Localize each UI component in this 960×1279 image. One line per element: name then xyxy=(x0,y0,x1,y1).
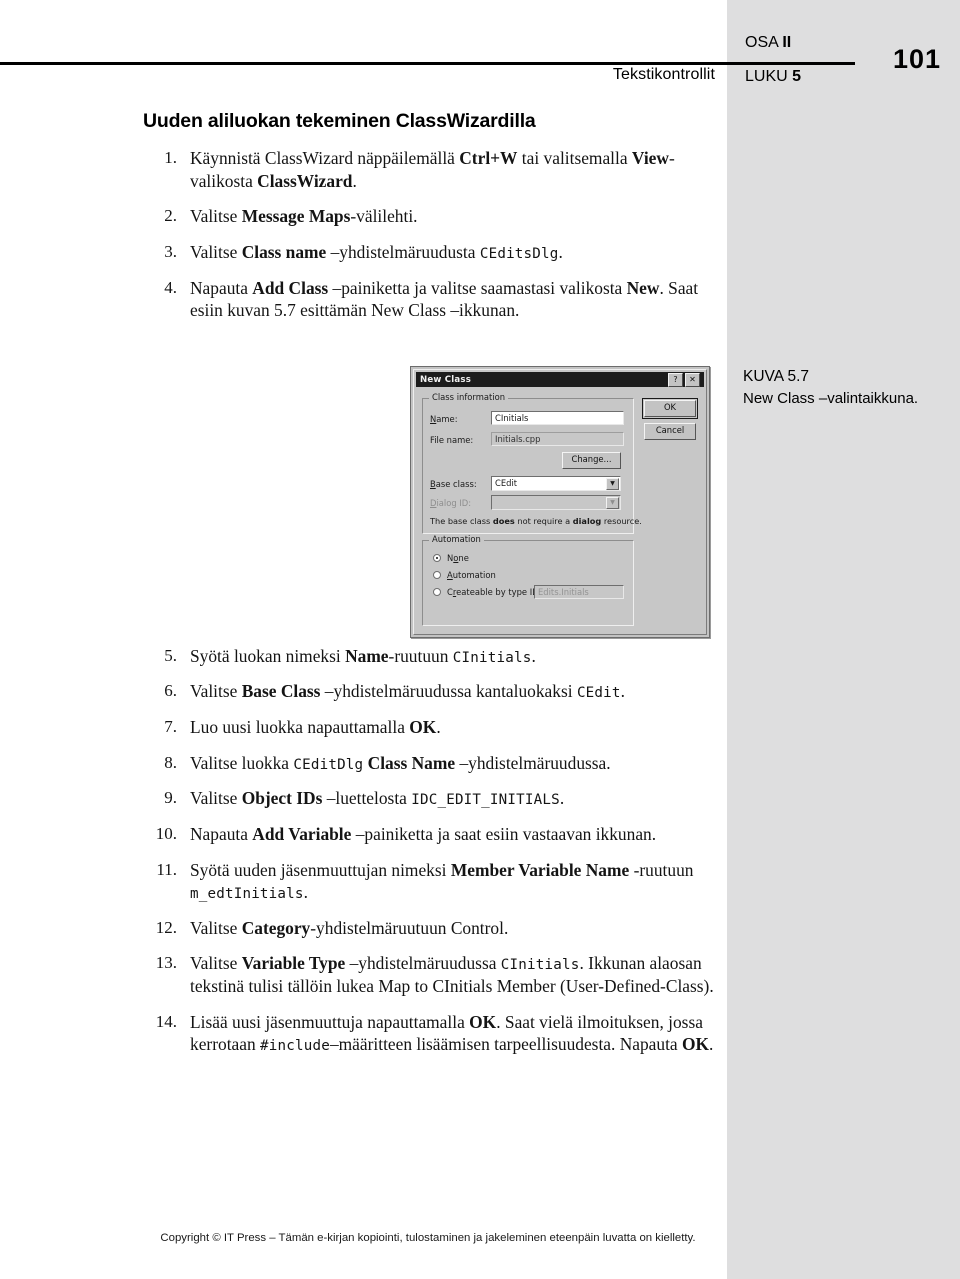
hint-part-2: does xyxy=(492,516,515,526)
dialog-titlebar[interactable]: New Class ? ✕ xyxy=(416,372,704,387)
radio-createable[interactable] xyxy=(433,588,441,596)
dialog-body: New Class ? ✕ Class information Name: CI… xyxy=(413,369,707,635)
radio-createable-label: Createable by type ID: xyxy=(447,587,542,597)
step-text: Valitse Variable Type –yhdistelmäruuduss… xyxy=(190,953,714,996)
page-side-band xyxy=(727,0,960,1279)
hint-part-1: The base class xyxy=(430,516,493,526)
step-item: 12. Valitse Category-yhdistelmäruutuun Co… xyxy=(143,917,723,940)
part-indicator: OSA II xyxy=(745,34,791,52)
step-number: 7. xyxy=(164,717,177,736)
part-label: OSA xyxy=(745,34,778,51)
step-number: 6. xyxy=(164,681,177,701)
step-text: Syötä luokan nimeksi Name-ruutuun CIniti… xyxy=(190,645,536,666)
base-class-label: Base class: xyxy=(430,479,477,489)
step-text: Valitse Class name –yhdistelmäruudusta C… xyxy=(190,241,563,262)
step-number: 14. xyxy=(155,1011,177,1031)
file-name-label: File name: xyxy=(430,435,474,445)
page-header: Tekstikontrollit OSA II LUKU 5 101 xyxy=(0,26,960,106)
section-title: Uuden aliluokan tekeminen ClassWizardill… xyxy=(143,110,536,132)
help-icon[interactable]: ? xyxy=(668,373,683,387)
change-button[interactable]: Change... xyxy=(562,452,621,469)
step-text: Lisää uusi jäsenmuuttuja napauttamalla O… xyxy=(190,1011,714,1055)
step-text: Käynnistä ClassWizard näppäilemällä Ctrl… xyxy=(190,148,675,191)
name-field-label: Name: xyxy=(430,414,458,424)
step-item: 11. Syötä uuden jäsenmuuttujan nimeksi Me… xyxy=(143,859,723,904)
figure-new-class-dialog: New Class ? ✕ Class information Name: CI… xyxy=(410,366,710,638)
step-number: 9. xyxy=(164,788,177,808)
radio-none-label: None xyxy=(447,553,469,563)
running-head: Tekstikontrollit xyxy=(612,66,715,83)
step-text: Valitse Base Class –yhdistelmäruudussa k… xyxy=(190,681,626,702)
base-class-value: CEdit xyxy=(495,478,518,488)
step-number: 8. xyxy=(164,752,177,772)
type-id-input: Edits.Initials xyxy=(534,585,624,599)
step-item: 7. Luo uusi luokka napauttamalla OK. xyxy=(143,716,723,739)
step-text: Napauta Add Class –painiketta ja valitse… xyxy=(190,277,699,321)
hint-part-4: dialog xyxy=(572,516,602,526)
step-number: 13. xyxy=(155,953,177,973)
step-item: 10. Napauta Add Variable –painiketta ja s… xyxy=(143,823,723,846)
step-item: 8. Valitse luokka CEditDlg Class Name –yh… xyxy=(143,752,723,775)
step-item: 5. Syötä luokan nimeksi Name-ruutuun CIni… xyxy=(143,645,723,668)
figure-caption-label: KUVA 5.7 xyxy=(743,368,810,385)
radio-none-dot xyxy=(436,557,438,559)
header-rule xyxy=(0,62,855,65)
class-information-label: Class information xyxy=(429,392,509,402)
page-footer: Copyright © IT Press – Tämän e-kirjan ko… xyxy=(0,1232,960,1244)
step-number: 4. xyxy=(164,277,177,297)
automation-label: Automation xyxy=(429,534,484,544)
step-number: 12. xyxy=(155,917,177,937)
step-number: 5. xyxy=(164,645,177,665)
close-icon[interactable]: ✕ xyxy=(685,373,700,387)
step-text: Syötä uuden jäsenmuuttujan nimeksi Membe… xyxy=(190,859,694,903)
cancel-button[interactable]: Cancel xyxy=(644,423,696,440)
step-item: 1. Käynnistä ClassWizard näppäilemällä Ct… xyxy=(143,147,723,192)
titlebar-buttons: ? ✕ xyxy=(668,373,702,387)
step-text: Valitse Message Maps-välilehti. xyxy=(190,206,418,227)
part-number: II xyxy=(782,34,792,51)
step-item: 2. Valitse Message Maps-välilehti. xyxy=(143,205,723,228)
step-text: Valitse luokka CEditDlg Class Name –yhdi… xyxy=(190,752,611,773)
hint-part-5: resource. xyxy=(601,516,642,526)
chapter-indicator: LUKU 5 xyxy=(745,68,801,86)
chapter-label: LUKU xyxy=(745,68,788,85)
step-item: 14. Lisää uusi jäsenmuuttuja napauttamall… xyxy=(143,1011,723,1056)
dialog-id-label: Dialog ID: xyxy=(430,498,472,508)
step-number: 11. xyxy=(156,859,177,879)
step-text: Valitse Category-yhdistelmäruutuun Contr… xyxy=(190,917,509,938)
dialog-title: New Class xyxy=(420,374,472,385)
step-text: Luo uusi luokka napauttamalla OK. xyxy=(190,717,441,737)
copyright-notice: Copyright © IT Press – Tämän e-kirjan ko… xyxy=(160,1232,696,1244)
chapter-number: 5 xyxy=(792,68,802,85)
step-text: Napauta Add Variable –painiketta ja saat… xyxy=(190,823,657,844)
new-class-dialog: New Class ? ✕ Class information Name: CI… xyxy=(410,366,710,638)
chevron-down-icon[interactable]: ▼ xyxy=(606,478,619,490)
step-number: 1. xyxy=(164,148,177,167)
name-input[interactable]: CInitials xyxy=(491,411,624,425)
figure-caption-text: New Class –valintaikkuna. xyxy=(743,390,919,407)
radio-automation-label: Automation xyxy=(447,570,496,580)
step-item: 6. Valitse Base Class –yhdistelmäruudussa… xyxy=(143,680,723,703)
step-number: 3. xyxy=(164,241,177,261)
dialog-id-combo: ▼ xyxy=(491,495,621,510)
step-number: 10. xyxy=(155,823,177,843)
step-text: Valitse Object IDs –luettelosta IDC_EDIT… xyxy=(190,788,565,809)
radio-none[interactable] xyxy=(433,554,441,562)
page-number: 101 xyxy=(893,44,942,74)
figure-caption: KUVA 5.7 New Class –valintaikkuna. xyxy=(743,368,943,407)
step-item: 9. Valitse Object IDs –luettelosta IDC_ED… xyxy=(143,787,723,810)
ok-button[interactable]: OK xyxy=(642,398,698,419)
step-item: 4. Napauta Add Class –painiketta ja valit… xyxy=(143,277,723,322)
step-item: 3. Valitse Class name –yhdistelmäruudusta… xyxy=(143,241,723,264)
chevron-down-icon-disabled: ▼ xyxy=(606,497,619,509)
radio-automation[interactable] xyxy=(433,571,441,579)
hint-part-3: not require a xyxy=(514,516,573,526)
base-class-combo[interactable]: CEdit ▼ xyxy=(491,476,621,491)
step-item: 13. Valitse Variable Type –yhdistelmäruud… xyxy=(143,952,723,997)
base-class-hint: The base class does not require a dialog… xyxy=(430,516,642,526)
file-name-input[interactable]: Initials.cpp xyxy=(491,432,624,446)
step-number: 2. xyxy=(164,206,177,226)
